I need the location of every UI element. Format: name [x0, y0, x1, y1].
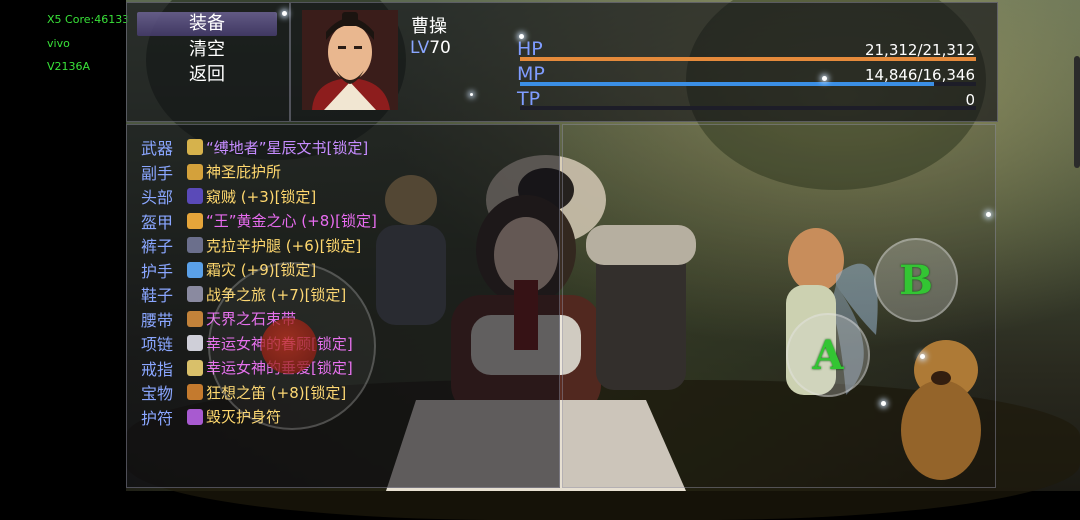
hp-bar-fill: [520, 57, 976, 61]
equipment-row[interactable]: 武器 “缚地者”星辰文书[锁定]: [141, 135, 368, 159]
hp-bar: [520, 57, 976, 61]
character-name: 曹操: [411, 16, 447, 37]
equipment-row[interactable]: 副手 神圣庇护所: [141, 160, 281, 184]
screen-edge-handle[interactable]: [1074, 56, 1080, 168]
sparkle-effect: [822, 76, 827, 81]
sparkle-effect: [519, 34, 524, 39]
equipment-slot-label: 护符: [141, 408, 174, 428]
b-button-label: B: [899, 256, 933, 304]
debug-core-text: X5 Core:46133: [47, 13, 130, 26]
sparkle-effect: [881, 401, 886, 406]
mp-bar-fill: [520, 82, 935, 86]
gauntlet-icon: [187, 261, 203, 278]
menu-back-button[interactable]: 返回: [137, 63, 277, 87]
boots-icon: [187, 286, 203, 302]
equipment-slot-label: 盔甲: [141, 212, 174, 232]
amulet-icon: [187, 408, 203, 425]
hood-icon: [187, 188, 203, 204]
sparkle-effect: [282, 11, 287, 16]
equipment-slot-label: 护手: [141, 261, 174, 281]
tp-bar: [520, 106, 976, 110]
equipment-slot-label: 腰带: [141, 310, 174, 330]
equipment-item-name: “王”黄金之心 (+8)[锁定]: [206, 212, 377, 230]
equipment-item-name: 神圣庇护所: [206, 163, 282, 181]
equipment-item-name: 克拉辛护腿 (+6)[锁定]: [206, 236, 362, 255]
a-button[interactable]: A: [786, 313, 870, 397]
equipment-slot-label: 裤子: [141, 237, 174, 256]
mp-bar: [520, 82, 976, 86]
greaves-icon: [187, 237, 203, 253]
joystick-knob[interactable]: [261, 318, 317, 374]
sparkle-effect: [920, 354, 925, 359]
debug-vendor-text: vivo: [47, 37, 70, 50]
belt-icon: [187, 310, 203, 327]
equipment-item-name: “缚地者”星辰文书[锁定]: [206, 138, 369, 157]
equipment-slot-label: 项链: [141, 335, 174, 354]
equipment-slot-label: 副手: [141, 163, 174, 183]
equipment-slot-label: 武器: [141, 139, 174, 158]
flute-icon: [187, 384, 203, 400]
menu-clear-button[interactable]: 清空: [137, 38, 277, 62]
necklace-icon: [187, 335, 203, 351]
book-icon: [187, 139, 203, 155]
character-level: LV70: [410, 38, 451, 58]
debug-model-text: V2136A: [47, 60, 91, 73]
level-value: 70: [429, 38, 451, 58]
equipment-slot-label: 戒指: [141, 359, 174, 379]
equipment-slot-label: 鞋子: [141, 286, 174, 305]
ring-icon: [187, 359, 203, 376]
a-button-label: A: [812, 331, 844, 379]
equipment-slot-label: 宝物: [141, 384, 174, 403]
equipment-row[interactable]: 盔甲 “王”黄金之心 (+8)[锁定]: [141, 209, 377, 233]
equipment-row[interactable]: 头部 窥贼 (+3)[锁定]: [141, 184, 316, 208]
equipment-row[interactable]: 裤子 克拉辛护腿 (+6)[锁定]: [141, 233, 361, 257]
b-button[interactable]: B: [874, 238, 958, 322]
sparkle-effect: [986, 212, 991, 217]
menu-equip-button[interactable]: 装备: [137, 12, 277, 36]
sparkle-effect: [470, 93, 473, 96]
equipment-item-name: 窥贼 (+3)[锁定]: [206, 187, 317, 206]
character-portrait: [302, 10, 398, 110]
level-label: LV: [410, 38, 430, 58]
medallion-icon: [187, 163, 203, 180]
armor-icon: [187, 212, 203, 229]
equipment-slot-label: 头部: [141, 188, 174, 207]
